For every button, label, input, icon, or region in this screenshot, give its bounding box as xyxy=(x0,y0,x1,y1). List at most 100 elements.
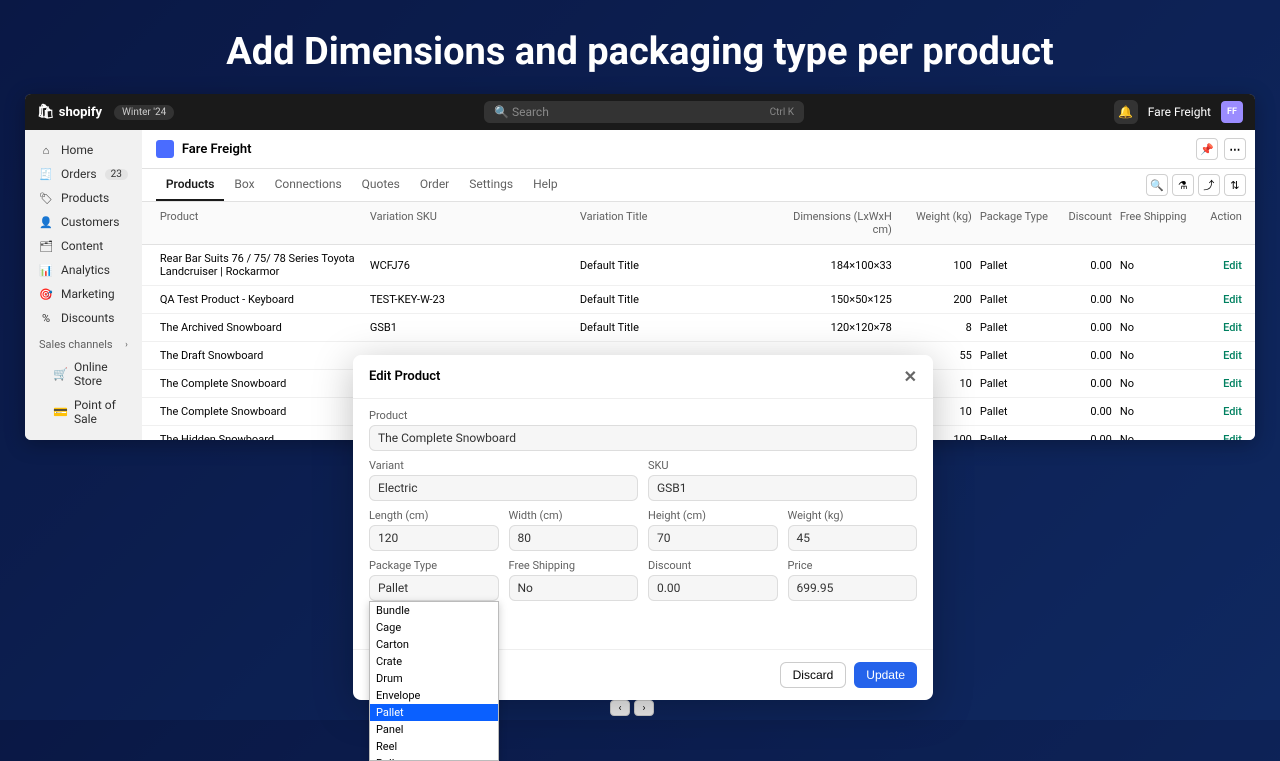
edit-button[interactable]: Edit xyxy=(1223,259,1242,272)
sidebar-item-label: Analytics xyxy=(61,263,110,277)
sidebar-item-content[interactable]: 🗂Content xyxy=(25,234,142,258)
dropdown-option-envelope[interactable]: Envelope xyxy=(370,687,498,704)
edit-button[interactable]: Edit xyxy=(1223,433,1242,440)
sidebar-item-orders[interactable]: 🧾Orders23 xyxy=(25,162,142,186)
sidebar-item-label: Orders xyxy=(61,167,97,181)
sort-icon[interactable]: ⇅ xyxy=(1224,174,1246,196)
length-field[interactable]: 120 xyxy=(369,525,499,551)
sidebar-item-marketing[interactable]: 🎯Marketing xyxy=(25,282,142,306)
th-package-type[interactable]: Package Type xyxy=(976,208,1056,238)
table-row: Rear Bar Suits 76 / 75/ 78 Series Toyota… xyxy=(142,245,1255,286)
th-free-shipping[interactable]: Free Shipping xyxy=(1116,208,1196,238)
sidebar-item-customers[interactable]: 👤Customers xyxy=(25,210,142,234)
cell-package-type: Pallet xyxy=(976,257,1056,274)
dropdown-option-carton[interactable]: Carton xyxy=(370,636,498,653)
discount-field[interactable]: 0.00 xyxy=(648,575,778,601)
th-vtitle[interactable]: Variation Title xyxy=(576,208,786,238)
cell-vtitle: Default Title xyxy=(576,257,786,274)
dropdown-option-panel[interactable]: Panel xyxy=(370,721,498,738)
sales-channels-header[interactable]: Sales channels› xyxy=(25,330,142,355)
weight-field[interactable]: 45 xyxy=(788,525,918,551)
tab-help[interactable]: Help xyxy=(523,169,568,201)
content-icon: 🗂 xyxy=(39,240,53,253)
package-type-select[interactable]: Pallet xyxy=(369,575,499,601)
tab-products[interactable]: Products xyxy=(156,169,225,201)
dropdown-option-pallet[interactable]: Pallet xyxy=(370,704,498,721)
channel-point-of-sale[interactable]: 💳Point of Sale xyxy=(25,393,142,431)
page-title: Fare Freight xyxy=(182,142,252,157)
search-icon: 🔍 xyxy=(494,105,509,119)
cell-product: The Complete Snowboard xyxy=(156,403,366,420)
filter-icon[interactable]: ⚗ xyxy=(1172,174,1194,196)
tab-quotes[interactable]: Quotes xyxy=(352,169,410,201)
cell-discount: 0.00 xyxy=(1056,291,1116,308)
apps-header[interactable]: Apps› xyxy=(25,431,142,440)
package-type-dropdown[interactable]: BundleCageCartonCrateDrumEnvelopePalletP… xyxy=(369,601,499,761)
dropdown-option-crate[interactable]: Crate xyxy=(370,653,498,670)
sku-field[interactable]: GSB1 xyxy=(648,475,917,501)
th-dimensions[interactable]: Dimensions (LxWxH cm) xyxy=(786,208,896,238)
search-icon[interactable]: 🔍 xyxy=(1146,174,1168,196)
cell-product: The Archived Snowboard xyxy=(156,319,366,336)
edit-button[interactable]: Edit xyxy=(1223,405,1242,418)
product-field[interactable]: The Complete Snowboard xyxy=(369,425,917,451)
th-action: Action xyxy=(1196,208,1246,238)
pin-icon[interactable]: 📌 xyxy=(1196,138,1218,160)
page-header: Fare Freight 📌 ⋯ xyxy=(142,130,1255,169)
close-icon[interactable]: ✕ xyxy=(904,367,917,386)
dropdown-option-roll[interactable]: Roll xyxy=(370,755,498,761)
cell-sku: TEST-KEY-W-23 xyxy=(366,291,576,308)
tab-settings[interactable]: Settings xyxy=(459,169,523,201)
cell-dimensions: 184×100×33 xyxy=(786,257,896,274)
cell-free-shipping: No xyxy=(1116,291,1196,308)
variant-label: Variant xyxy=(369,459,638,472)
price-field[interactable]: 699.95 xyxy=(788,575,918,601)
update-button[interactable]: Update xyxy=(854,662,917,688)
cell-dimensions: 120×120×78 xyxy=(786,319,896,336)
notifications-icon[interactable]: 🔔 xyxy=(1114,100,1138,124)
avatar[interactable]: FF xyxy=(1221,101,1243,123)
sidebar-item-label: Discounts xyxy=(61,311,114,325)
hero-title: Add Dimensions and packaging type per pr… xyxy=(0,0,1280,94)
table-row: QA Test Product - Keyboard TEST-KEY-W-23… xyxy=(142,286,1255,314)
package-type-label: Package Type xyxy=(369,559,499,572)
width-field[interactable]: 80 xyxy=(509,525,639,551)
variant-field[interactable]: Electric xyxy=(369,475,638,501)
cell-weight: 200 xyxy=(896,291,976,308)
winter-badge: Winter '24 xyxy=(114,105,174,120)
sidebar-item-home[interactable]: ⌂Home xyxy=(25,138,142,162)
free-shipping-field[interactable]: No xyxy=(509,575,639,601)
cell-dimensions: 150×50×125 xyxy=(786,291,896,308)
th-sku[interactable]: Variation SKU xyxy=(366,208,576,238)
dropdown-option-drum[interactable]: Drum xyxy=(370,670,498,687)
tab-connections[interactable]: Connections xyxy=(265,169,352,201)
channel-online-store[interactable]: 🛒Online Store xyxy=(25,355,142,393)
edit-button[interactable]: Edit xyxy=(1223,321,1242,334)
th-weight[interactable]: Weight (kg) xyxy=(896,208,976,238)
tab-box[interactable]: Box xyxy=(224,169,264,201)
edit-button[interactable]: Edit xyxy=(1223,349,1242,362)
dropdown-option-reel[interactable]: Reel xyxy=(370,738,498,755)
cell-package-type: Pallet xyxy=(976,403,1056,420)
sidebar-item-products[interactable]: 🏷Products xyxy=(25,186,142,210)
th-discount[interactable]: Discount xyxy=(1056,208,1116,238)
upload-icon[interactable]: ⤴ xyxy=(1198,174,1220,196)
dropdown-option-cage[interactable]: Cage xyxy=(370,619,498,636)
th-product[interactable]: Product xyxy=(156,208,366,238)
discard-button[interactable]: Discard xyxy=(780,662,847,688)
cell-sku: WCFJ76 xyxy=(366,257,576,274)
edit-button[interactable]: Edit xyxy=(1223,377,1242,390)
height-field[interactable]: 70 xyxy=(648,525,778,551)
dropdown-option-bundle[interactable]: Bundle xyxy=(370,602,498,619)
tab-order[interactable]: Order xyxy=(410,169,459,201)
width-label: Width (cm) xyxy=(509,509,639,522)
merchant-name[interactable]: Fare Freight xyxy=(1148,105,1211,119)
cell-package-type: Pallet xyxy=(976,319,1056,336)
sidebar-item-analytics[interactable]: 📊Analytics xyxy=(25,258,142,282)
more-icon[interactable]: ⋯ xyxy=(1224,138,1246,160)
search-input[interactable]: 🔍 Search Ctrl K xyxy=(484,101,804,123)
edit-button[interactable]: Edit xyxy=(1223,293,1242,306)
next-page[interactable]: › xyxy=(634,700,654,716)
sidebar-item-discounts[interactable]: %Discounts xyxy=(25,306,142,330)
prev-page[interactable]: ‹ xyxy=(610,700,630,716)
